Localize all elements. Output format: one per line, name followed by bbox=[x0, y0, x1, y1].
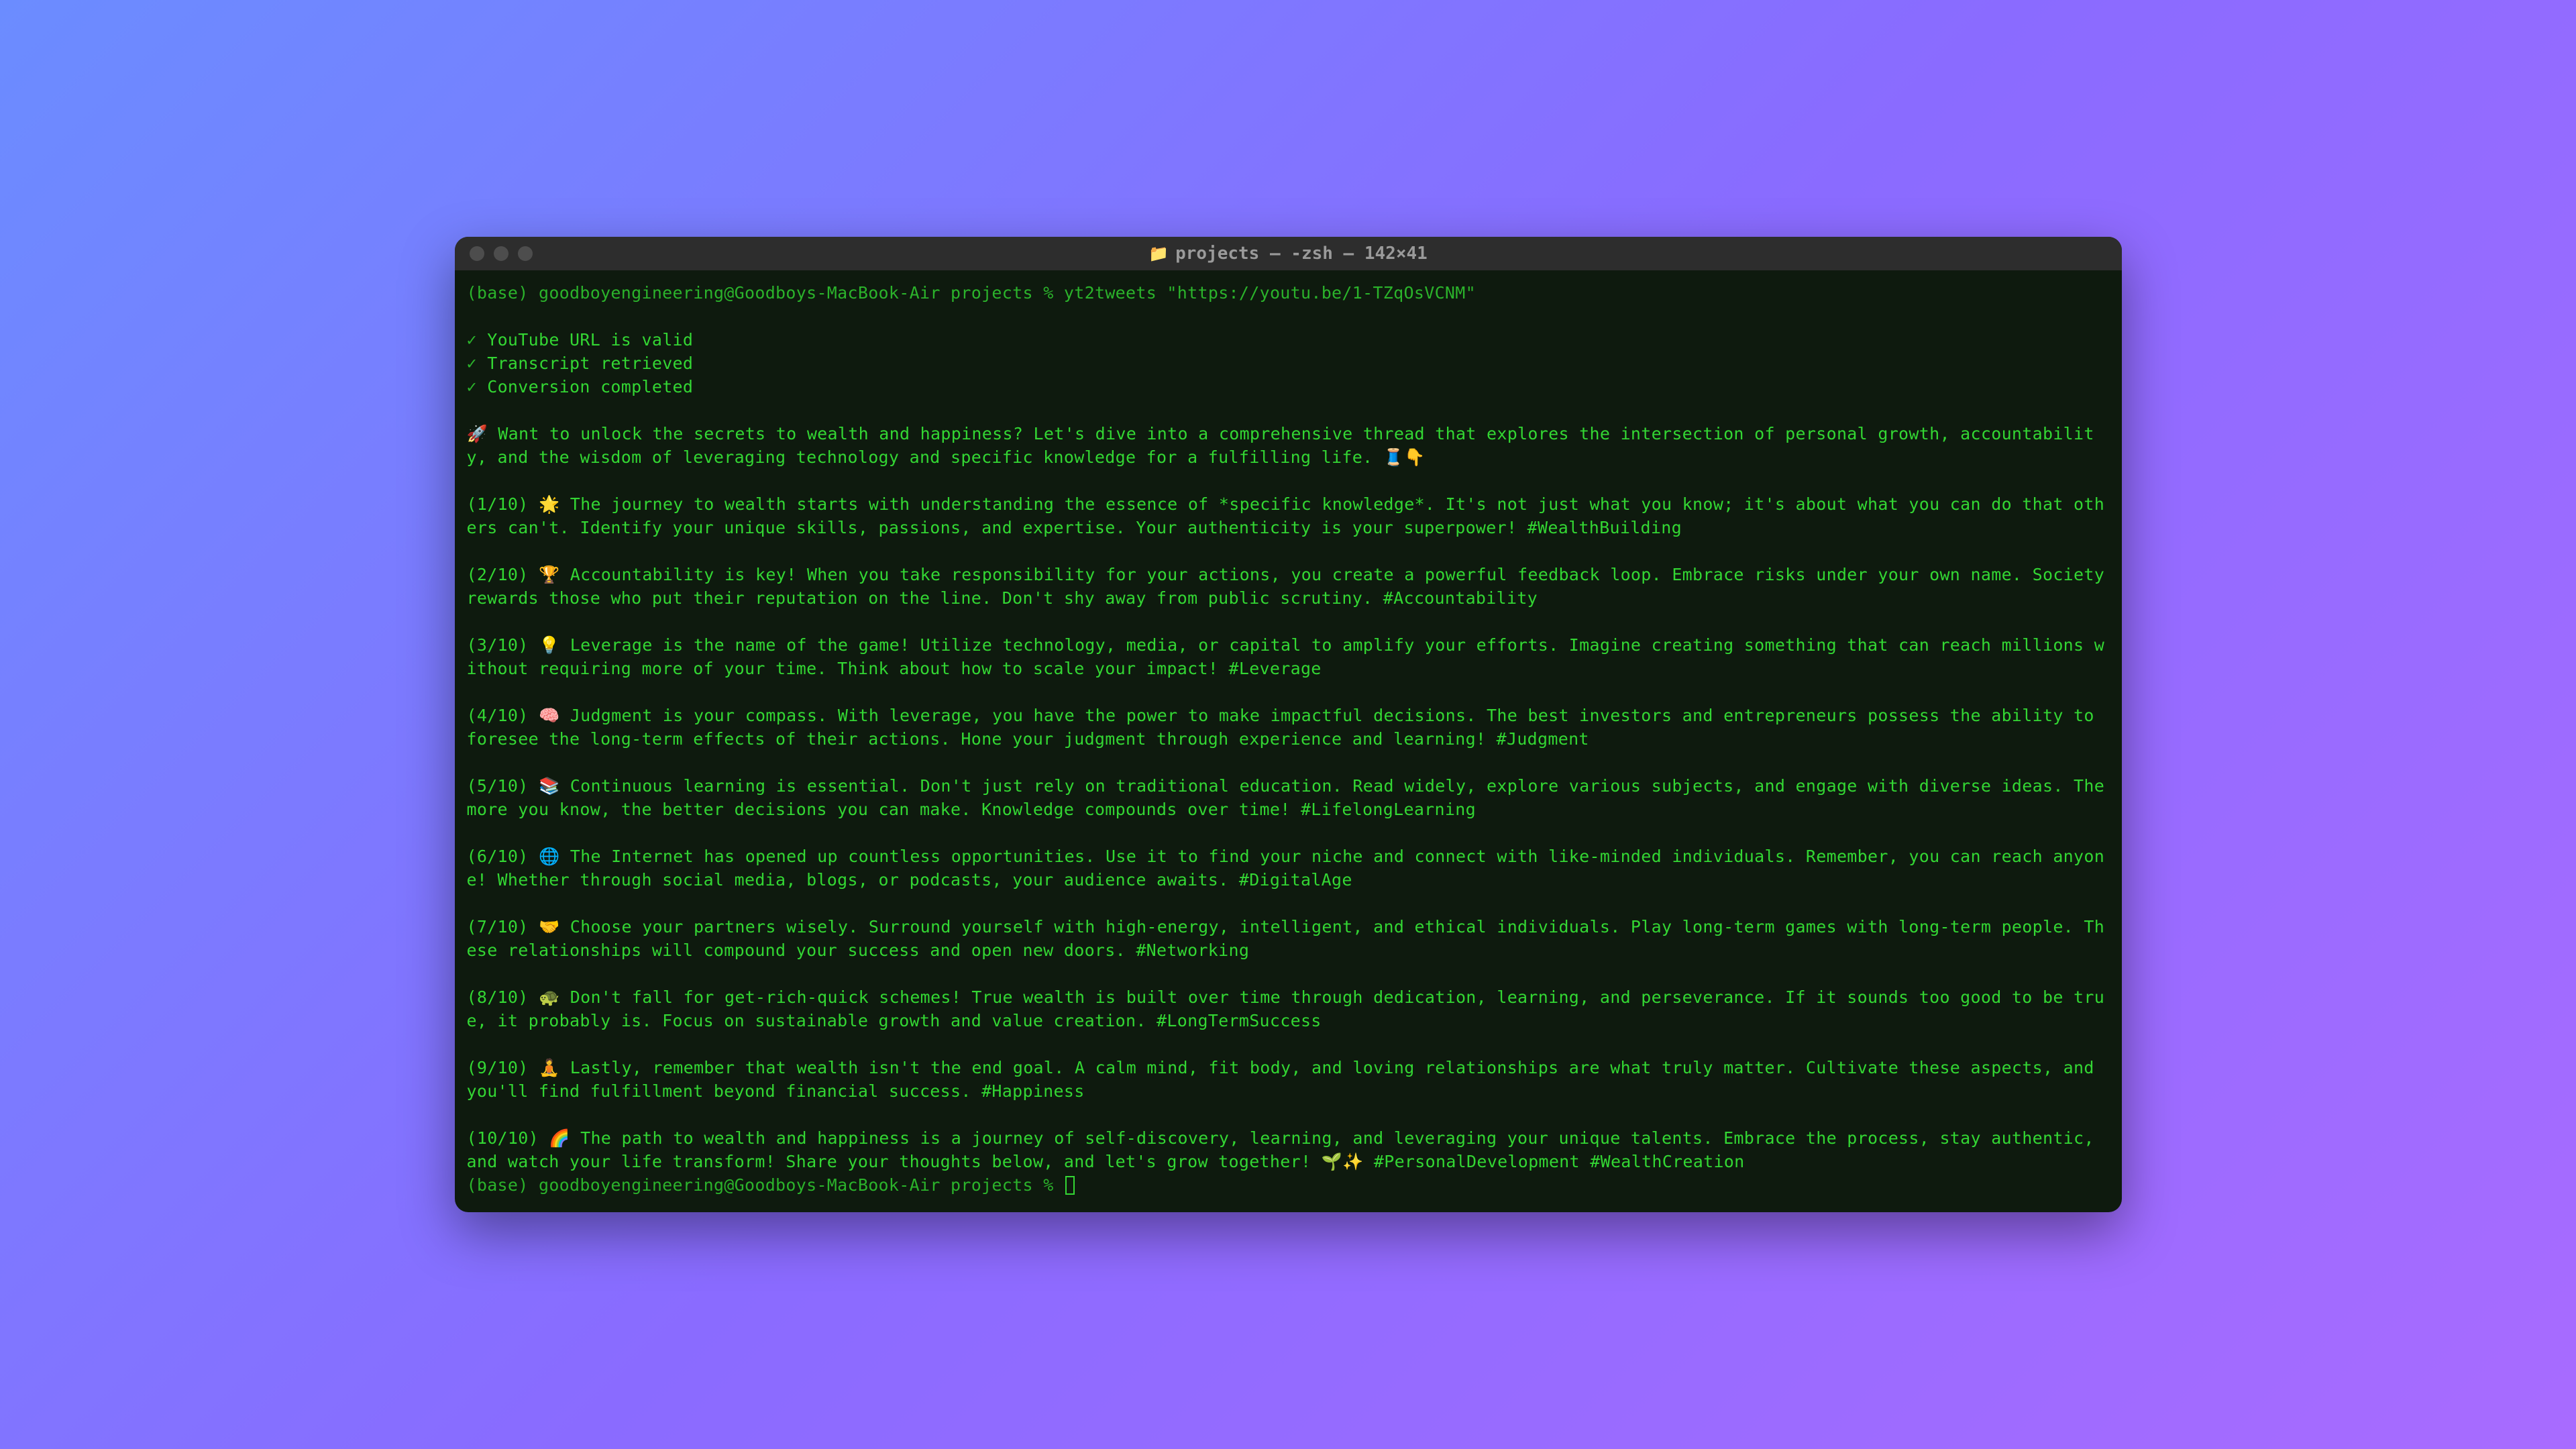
status-line: ✓ YouTube URL is valid bbox=[467, 328, 2110, 352]
tweet: (5/10) 📚 Continuous learning is essentia… bbox=[467, 774, 2110, 821]
terminal-body[interactable]: (base) goodboyengineering@Goodboys-MacBo… bbox=[455, 270, 2122, 1212]
minimize-button[interactable] bbox=[494, 246, 508, 261]
tweet: (10/10) 🌈 The path to wealth and happine… bbox=[467, 1126, 2110, 1173]
zoom-button[interactable] bbox=[518, 246, 533, 261]
tweet: (3/10) 💡 Leverage is the name of the gam… bbox=[467, 633, 2110, 680]
traffic-lights bbox=[455, 246, 533, 261]
prompt-symbol: % bbox=[1043, 283, 1053, 303]
command-text: yt2tweets "https://youtu.be/1-TZqOsVCNM" bbox=[1064, 283, 1476, 303]
prompt-userhost: goodboyengineering@Goodboys-MacBook-Air bbox=[539, 283, 941, 303]
tweet: (2/10) 🏆 Accountability is key! When you… bbox=[467, 563, 2110, 610]
window-title: 📁 projects — -zsh — 142×41 bbox=[1148, 244, 1428, 264]
tweet: (9/10) 🧘 Lastly, remember that wealth is… bbox=[467, 1056, 2110, 1103]
tweet: (7/10) 🤝 Choose your partners wisely. Su… bbox=[467, 915, 2110, 962]
prompt-userhost: goodboyengineering@Goodboys-MacBook-Air bbox=[539, 1175, 941, 1195]
prompt-line-1: (base) goodboyengineering@Goodboys-MacBo… bbox=[467, 281, 2110, 305]
terminal-window: 📁 projects — -zsh — 142×41 (base) goodbo… bbox=[455, 237, 2122, 1212]
check-icon: ✓ bbox=[467, 354, 477, 373]
status-block: ✓ YouTube URL is valid✓ Transcript retri… bbox=[467, 328, 2110, 398]
prompt-line-2: (base) goodboyengineering@Goodboys-MacBo… bbox=[467, 1173, 2110, 1197]
check-icon: ✓ bbox=[467, 330, 477, 350]
status-text: Conversion completed bbox=[487, 377, 693, 396]
tweet: (4/10) 🧠 Judgment is your compass. With … bbox=[467, 704, 2110, 751]
folder-icon: 📁 bbox=[1148, 246, 1169, 262]
status-line: ✓ Transcript retrieved bbox=[467, 352, 2110, 375]
cursor bbox=[1065, 1176, 1075, 1195]
tweet: (6/10) 🌐 The Internet has opened up coun… bbox=[467, 845, 2110, 892]
prompt-cwd: projects bbox=[951, 283, 1033, 303]
tweet: (1/10) 🌟 The journey to wealth starts wi… bbox=[467, 492, 2110, 539]
prompt-cwd: projects bbox=[951, 1175, 1033, 1195]
close-button[interactable] bbox=[470, 246, 484, 261]
tweet: (8/10) 🐢 Don't fall for get-rich-quick s… bbox=[467, 985, 2110, 1032]
status-text: Transcript retrieved bbox=[487, 354, 693, 373]
titlebar: 📁 projects — -zsh — 142×41 bbox=[455, 237, 2122, 270]
status-text: YouTube URL is valid bbox=[487, 330, 693, 350]
thread-intro: 🚀 Want to unlock the secrets to wealth a… bbox=[467, 422, 2110, 469]
prompt-env: (base) bbox=[467, 283, 529, 303]
prompt-env: (base) bbox=[467, 1175, 529, 1195]
window-title-text: projects — -zsh — 142×41 bbox=[1175, 244, 1428, 264]
prompt-symbol: % bbox=[1043, 1175, 1053, 1195]
check-icon: ✓ bbox=[467, 377, 477, 396]
status-line: ✓ Conversion completed bbox=[467, 375, 2110, 398]
